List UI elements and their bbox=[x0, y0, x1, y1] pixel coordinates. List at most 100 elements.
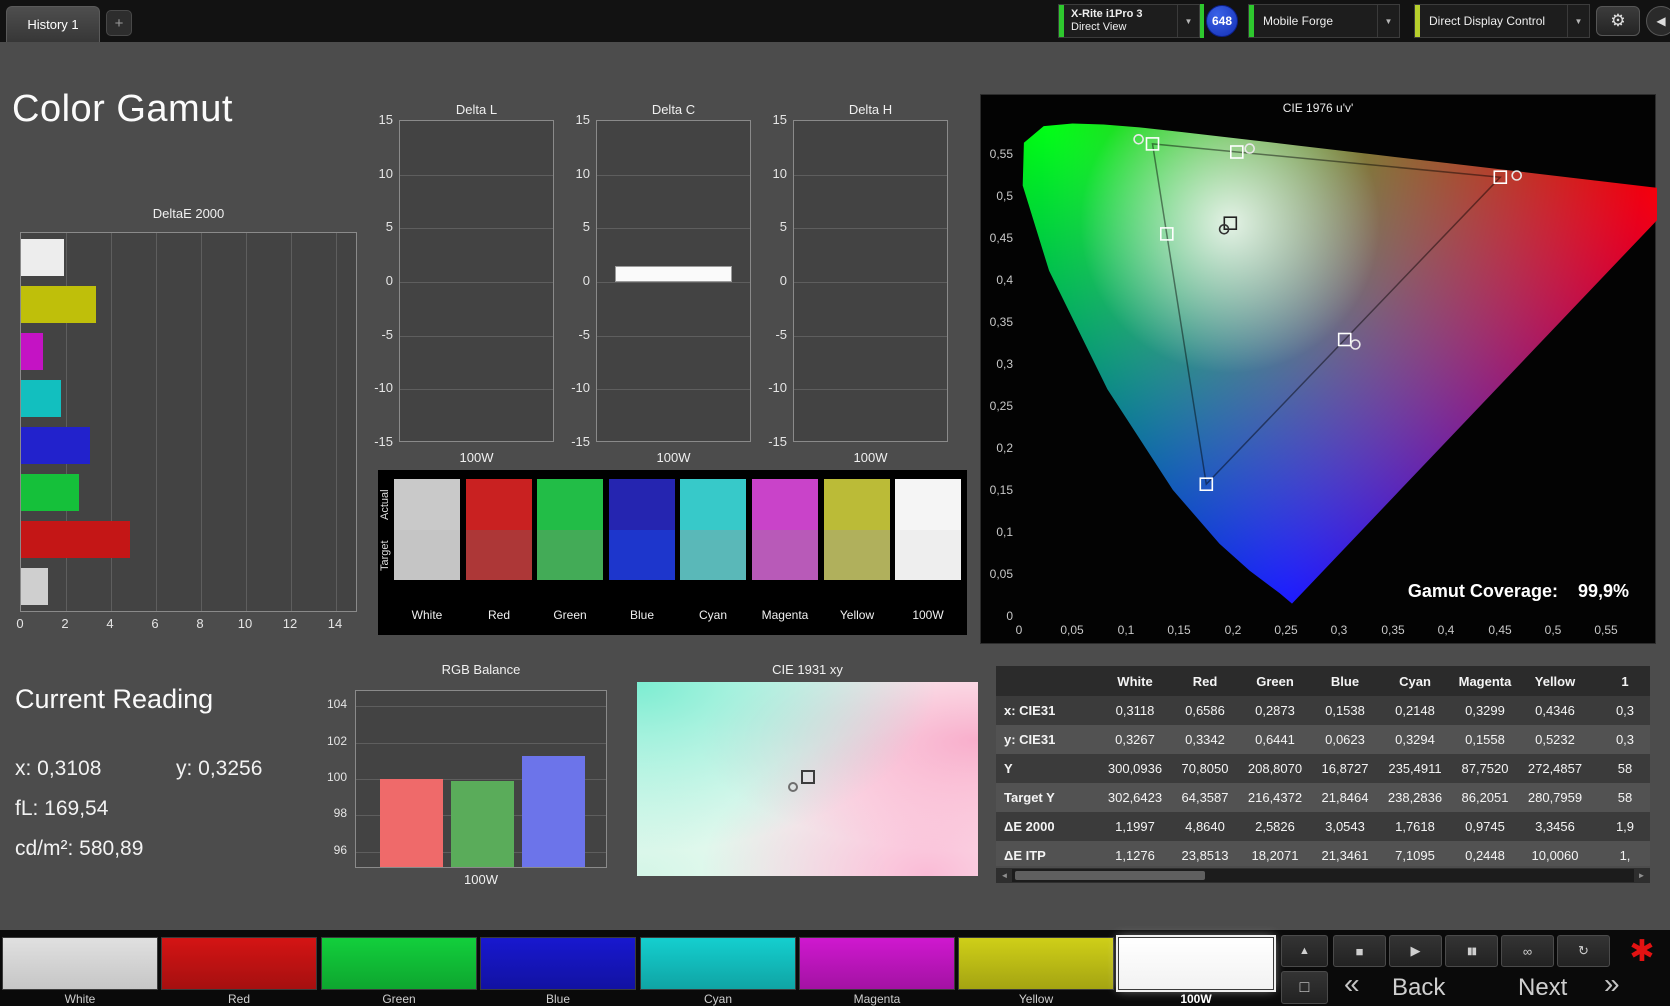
table-cell: 0,9745 bbox=[1465, 819, 1505, 834]
axis-tick-label: 0,15 bbox=[1167, 623, 1191, 637]
compare-swatch-label: Green bbox=[553, 608, 587, 622]
table-scrollbar[interactable]: ◄ ► bbox=[996, 868, 1650, 883]
pattern-button-cyan[interactable]: Cyan bbox=[640, 937, 796, 1006]
scroll-left-button[interactable]: ◄ bbox=[997, 869, 1012, 882]
table-cell: 2,5826 bbox=[1255, 819, 1295, 834]
add-tab-button[interactable]: + bbox=[106, 10, 132, 36]
pattern-button-100w[interactable]: 100W bbox=[1116, 935, 1276, 1006]
display-control-selector[interactable]: Direct Display Control ▼ bbox=[1414, 4, 1590, 38]
axis-tick-label: 10 bbox=[237, 616, 253, 631]
reading-x: x: 0,3108 bbox=[15, 757, 102, 780]
pattern-button-green[interactable]: Green bbox=[321, 937, 477, 1006]
bottom-bar: White Red Green Blue Cyan Magenta Yellow 100W ▲… bbox=[0, 930, 1670, 1006]
axis-tick-label: 0 bbox=[16, 616, 24, 631]
table-cell: 7,1095 bbox=[1395, 848, 1435, 863]
tab-history-1[interactable]: History 1 bbox=[6, 6, 100, 42]
chart-title: Delta C bbox=[651, 102, 696, 117]
scroll-right-button[interactable]: ► bbox=[1634, 869, 1649, 882]
collapse-panel-button[interactable]: ◀ bbox=[1646, 6, 1670, 36]
alert-asterisk-icon: ✱ bbox=[1629, 934, 1655, 968]
table-cell: 3,3456 bbox=[1535, 819, 1575, 834]
table-cell: 0,3342 bbox=[1185, 732, 1225, 747]
chart-title: RGB Balance bbox=[441, 662, 521, 677]
axis-tick-label: 4 bbox=[106, 616, 114, 631]
pattern-label: Red bbox=[227, 992, 250, 1006]
axis-tick-label: 102 bbox=[326, 734, 347, 748]
row-label: x: CIE31 bbox=[1004, 703, 1056, 718]
pattern-swatch bbox=[480, 937, 636, 990]
compare-swatch-label: Yellow bbox=[839, 608, 875, 622]
cie-1931-panel bbox=[637, 682, 978, 876]
pattern-button-white[interactable]: White bbox=[2, 937, 158, 1006]
next-button[interactable]: Next bbox=[1518, 974, 1567, 1002]
axis-tick-label: 0,2 bbox=[996, 441, 1013, 455]
transport-pause-button[interactable]: ▮▮ bbox=[1445, 935, 1498, 967]
pattern-label: White bbox=[64, 992, 96, 1006]
transport-refresh-button[interactable]: ↻ bbox=[1557, 935, 1610, 967]
pattern-label: Cyan bbox=[703, 992, 732, 1006]
table-row: x: CIE31 0,3118 0,6586 0,2873 0,1538 0,2148 0,… bbox=[996, 696, 1650, 725]
pattern-button-yellow[interactable]: Yellow bbox=[958, 937, 1114, 1006]
gridline bbox=[597, 389, 750, 390]
table-cell: 0,2148 bbox=[1395, 703, 1435, 718]
actual-swatch bbox=[609, 479, 675, 530]
meter-selector[interactable]: X-Rite i1Pro 3 Direct View ▼ bbox=[1058, 4, 1200, 38]
table-cell: 10,0060 bbox=[1531, 848, 1579, 863]
pattern-button-magenta[interactable]: Magenta bbox=[799, 937, 955, 1006]
source-label: Mobile Forge bbox=[1263, 14, 1334, 28]
delta-chart-plot bbox=[596, 120, 751, 442]
compare-swatch-yellow bbox=[824, 479, 890, 580]
axis-tick-label: 0,25 bbox=[989, 399, 1013, 413]
back-chevrons[interactable]: « bbox=[1344, 968, 1360, 1000]
table-row: ΔE ITP 1,1276 23,8513 18,2071 21,3461 7,1095 0… bbox=[996, 841, 1650, 866]
column-header: Yellow bbox=[1534, 673, 1576, 689]
table-cell: 58 bbox=[1617, 761, 1633, 776]
chart-title: Delta H bbox=[848, 102, 893, 117]
reading-cdm2: cd/m²: 580,89 bbox=[15, 837, 144, 860]
gridline bbox=[794, 336, 947, 337]
next-chevrons[interactable]: » bbox=[1604, 968, 1620, 1000]
settings-button[interactable]: ⚙ bbox=[1596, 6, 1640, 36]
expand-button[interactable]: ▲ bbox=[1281, 935, 1328, 967]
frame-pattern-button[interactable]: □ bbox=[1281, 971, 1328, 1004]
gamut-coverage-label: Gamut Coverage: bbox=[1407, 581, 1558, 601]
actual-swatch bbox=[466, 479, 532, 530]
table-cell: 0,3 bbox=[1615, 703, 1635, 718]
axis-tick-label: 0,25 bbox=[1274, 623, 1298, 637]
pattern-button-blue[interactable]: Blue bbox=[480, 937, 636, 1006]
gridline bbox=[400, 175, 553, 176]
axis-tick-label: 0,4 bbox=[996, 273, 1013, 287]
back-button[interactable]: Back bbox=[1392, 974, 1445, 1002]
axis-tick-label: 98 bbox=[333, 806, 347, 820]
transport-stop-button[interactable]: ■ bbox=[1333, 935, 1386, 967]
axis-tick-label: 15 bbox=[575, 112, 590, 127]
table-row: ΔE 2000 1,1997 4,8640 2,5826 3,0543 1,7618 0,9… bbox=[996, 812, 1650, 841]
table-cell: 1,1276 bbox=[1115, 848, 1155, 863]
target-swatch bbox=[609, 530, 675, 580]
axis-tick-label: -15 bbox=[768, 434, 787, 449]
display-control-label: Direct Display Control bbox=[1429, 14, 1546, 28]
pattern-button-red[interactable]: Red bbox=[161, 937, 317, 1006]
source-selector[interactable]: Mobile Forge ▼ bbox=[1248, 4, 1400, 38]
row-label: Y bbox=[1004, 761, 1013, 776]
table-cell: 0,2448 bbox=[1465, 848, 1505, 863]
gridline bbox=[201, 233, 202, 611]
table-cell: 0,3299 bbox=[1465, 703, 1505, 718]
pattern-swatch bbox=[2, 937, 158, 990]
table-cell: 64,3587 bbox=[1181, 790, 1229, 805]
axis-tick-label: 104 bbox=[326, 697, 347, 711]
table-row: Target Y 302,6423 64,3587 216,4372 21,8464 23… bbox=[996, 783, 1650, 812]
table-cell: 0,6441 bbox=[1255, 732, 1295, 747]
gamut-coverage-value: 99,9% bbox=[1577, 581, 1629, 601]
scrollbar-thumb[interactable] bbox=[1015, 871, 1205, 880]
table-cell: 300,0936 bbox=[1107, 761, 1163, 776]
actual-swatch bbox=[895, 479, 961, 530]
compare-row-label-target: Target bbox=[379, 540, 391, 571]
transport-continuous-button[interactable]: ∞ bbox=[1501, 935, 1554, 967]
top-bar: History 1 + X-Rite i1Pro 3 Direct View ▼… bbox=[0, 0, 1670, 42]
row-label: ΔE ITP bbox=[1004, 848, 1046, 863]
transport-play-button[interactable]: ▶ bbox=[1389, 935, 1442, 967]
axis-tick-label: 15 bbox=[378, 112, 393, 127]
table-cell: 0,1538 bbox=[1325, 703, 1365, 718]
actual-swatch bbox=[824, 479, 890, 530]
